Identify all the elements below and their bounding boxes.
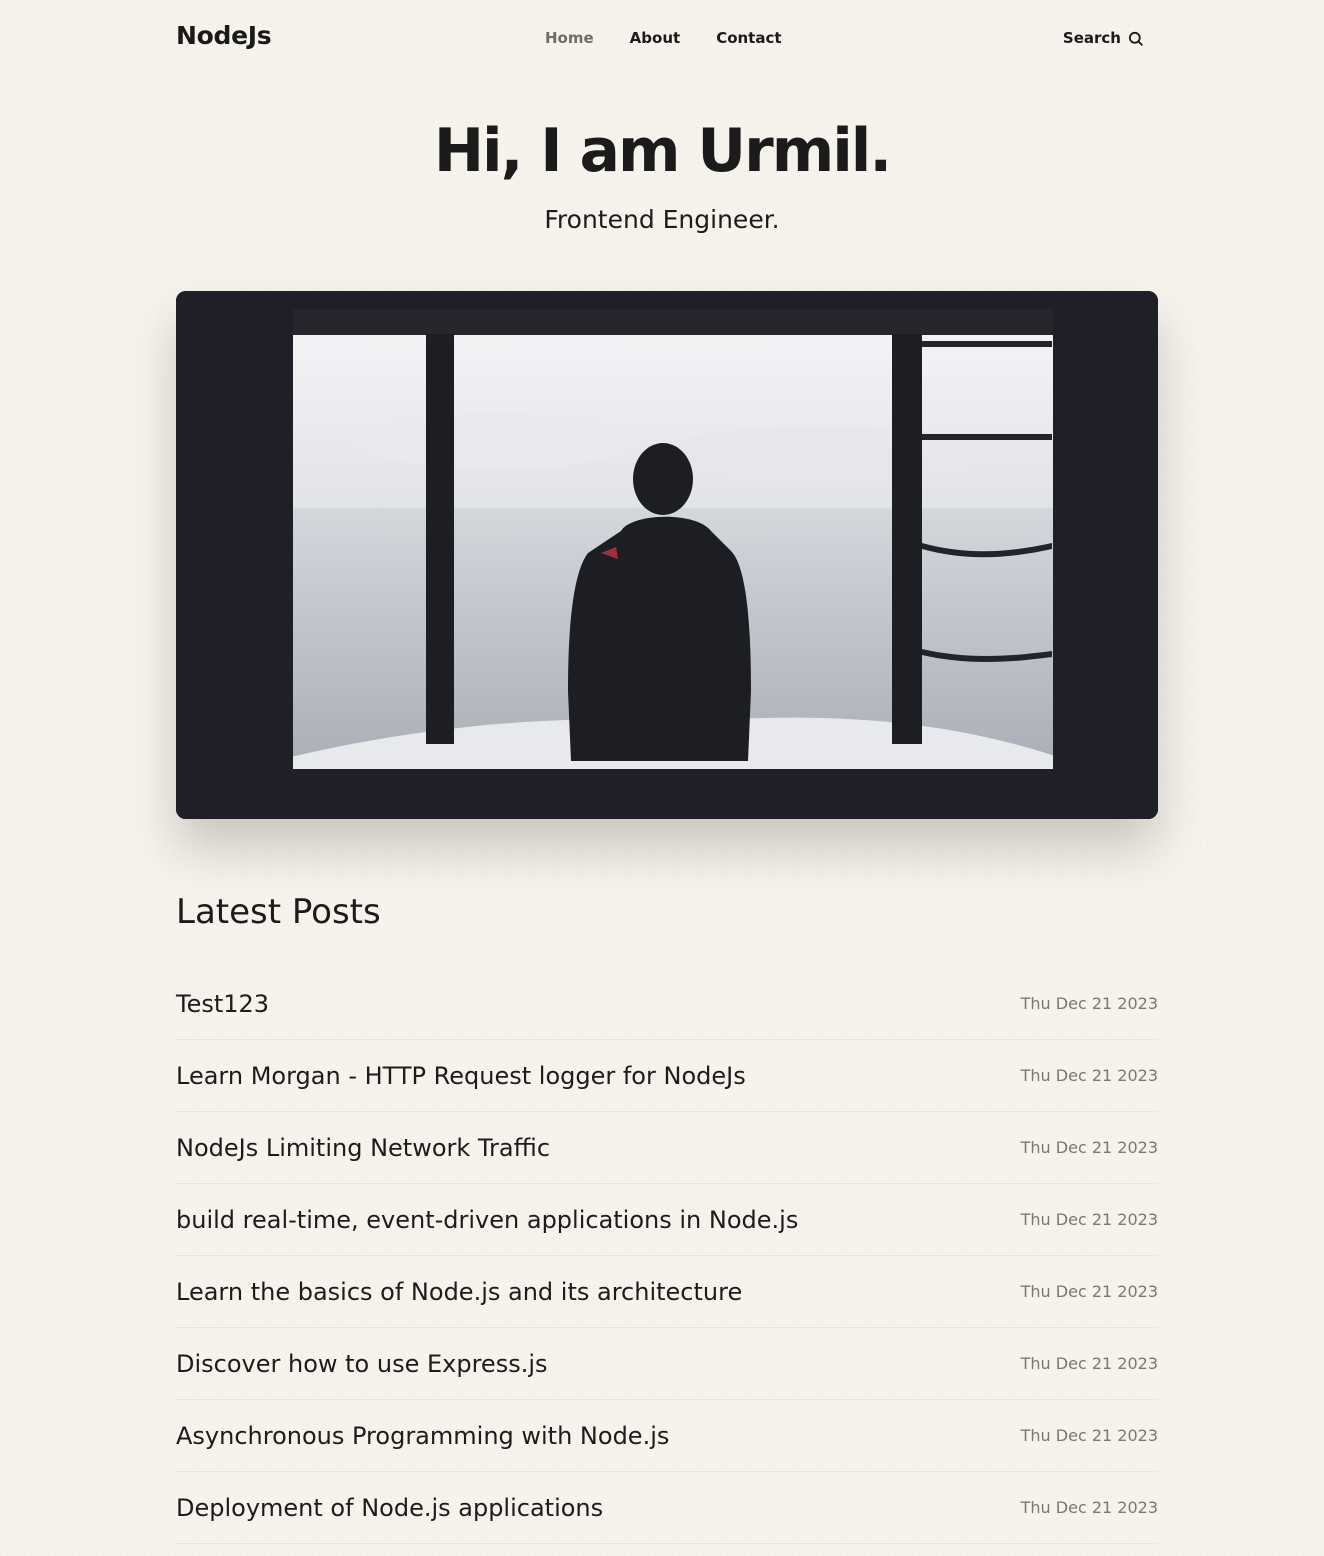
search-button[interactable]: Search: [1063, 29, 1144, 47]
site-header: NodeJs Home About Contact Search: [176, 0, 1158, 76]
list-item: Test123 Thu Dec 21 2023: [176, 968, 1158, 1040]
list-item: Learn the basics of Node.js and its arch…: [176, 1256, 1158, 1328]
post-date: Thu Dec 21 2023: [1020, 1066, 1158, 1085]
post-date: Thu Dec 21 2023: [1020, 994, 1158, 1013]
page: NodeJs Home About Contact Search Hi, I a…: [0, 0, 1324, 1556]
list-item: Learn Morgan - HTTP Request logger for N…: [176, 1040, 1158, 1112]
post-date: Thu Dec 21 2023: [1020, 1210, 1158, 1229]
nav-link-contact[interactable]: Contact: [716, 29, 781, 47]
nav-link-about[interactable]: About: [630, 29, 681, 47]
hero-image: [176, 291, 1158, 819]
post-title-link[interactable]: Discover how to use Express.js: [176, 1350, 548, 1378]
post-title-link[interactable]: Learn the basics of Node.js and its arch…: [176, 1278, 742, 1306]
post-title-link[interactable]: NodeJs Limiting Network Traffic: [176, 1134, 550, 1162]
post-date: Thu Dec 21 2023: [1020, 1282, 1158, 1301]
search-icon: [1127, 30, 1144, 47]
search-label: Search: [1062, 29, 1121, 47]
post-date: Thu Dec 21 2023: [1020, 1354, 1158, 1373]
post-date: Thu Dec 21 2023: [1020, 1426, 1158, 1445]
list-item: Asynchronous Programming with Node.js Th…: [176, 1400, 1158, 1472]
hero-title: Hi, I am Urmil.: [433, 116, 892, 186]
nav-link-home[interactable]: Home: [545, 29, 594, 47]
post-date: Thu Dec 21 2023: [1020, 1138, 1158, 1157]
post-title-link[interactable]: Asynchronous Programming with Node.js: [176, 1422, 669, 1450]
latest-posts-heading: Latest Posts: [176, 892, 381, 932]
list-item: Discover how to use Express.js Thu Dec 2…: [176, 1328, 1158, 1400]
post-title-link[interactable]: Test123: [176, 990, 269, 1018]
list-item: NodeJs Limiting Network Traffic Thu Dec …: [176, 1112, 1158, 1184]
post-date: Thu Dec 21 2023: [1020, 1498, 1158, 1517]
list-item: Deployment of Node.js applications Thu D…: [176, 1472, 1158, 1544]
post-title-link[interactable]: Deployment of Node.js applications: [176, 1494, 603, 1522]
main-nav: Home About Contact: [545, 29, 818, 47]
site-logo[interactable]: NodeJs: [176, 21, 272, 50]
hero-subtitle: Frontend Engineer.: [544, 205, 780, 234]
list-item: build real-time, event-driven applicatio…: [176, 1184, 1158, 1256]
posts-list: Test123 Thu Dec 21 2023 Learn Morgan - H…: [176, 968, 1158, 1544]
post-title-link[interactable]: build real-time, event-driven applicatio…: [176, 1206, 798, 1234]
post-title-link[interactable]: Learn Morgan - HTTP Request logger for N…: [176, 1062, 746, 1090]
